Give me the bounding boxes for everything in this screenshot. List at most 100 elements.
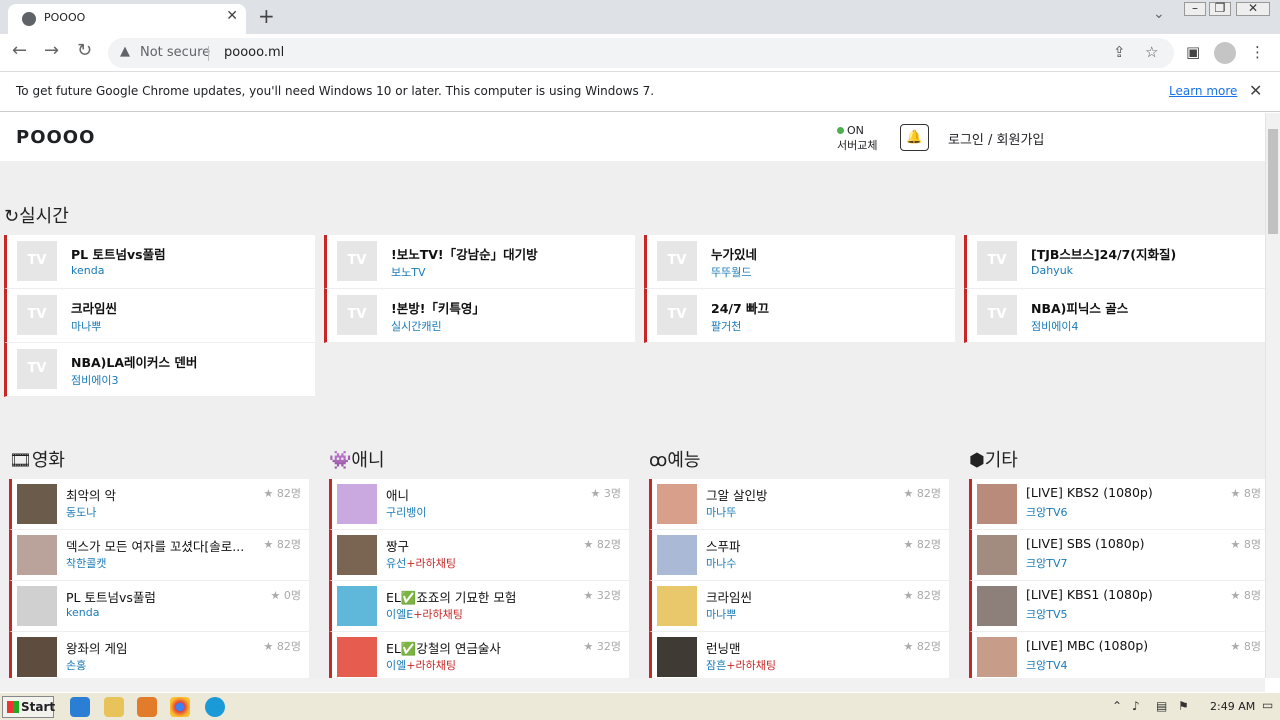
- horizontal-scrollbar[interactable]: [0, 678, 1265, 692]
- stream-channel[interactable]: 동도나: [66, 504, 96, 520]
- channel-name[interactable]: 손홍: [66, 659, 86, 672]
- forward-icon[interactable]: →: [44, 40, 59, 61]
- stream-item[interactable]: 덱스가 모든 여자를 꼬셨다[솔로... 착한콜캣 ★ 82명: [9, 530, 309, 581]
- server-status[interactable]: ON 서버교체: [837, 123, 877, 153]
- channel-name[interactable]: 동도나: [66, 506, 96, 519]
- channel-name[interactable]: 이엘E: [386, 608, 413, 621]
- stream-channel[interactable]: 이엘E+라하채팅: [386, 606, 463, 622]
- live-card[interactable]: TV NBA)LA레이커스 덴버 점비에이3: [4, 343, 315, 397]
- stream-item[interactable]: EL✅죠죠의 기묘한 모험 이엘E+라하채팅 ★ 32명: [329, 581, 629, 632]
- stream-channel[interactable]: 크앙TV6: [1026, 504, 1067, 520]
- stream-channel[interactable]: 착한콜캣: [66, 555, 106, 571]
- stream-channel[interactable]: 유선+라하채팅: [386, 555, 456, 571]
- live-card-channel[interactable]: 마나뿌: [71, 318, 101, 334]
- menu-kebab-icon[interactable]: ⋮: [1250, 43, 1265, 61]
- browser-tab[interactable]: POOOO ✕: [8, 4, 246, 34]
- live-card[interactable]: TV [TJB스브스]24/7(지화질) Dahyuk: [964, 235, 1265, 289]
- close-infobar-icon[interactable]: ✕: [1249, 81, 1262, 100]
- live-card[interactable]: TV 크라임씬 마나뿌: [4, 289, 315, 343]
- new-tab-icon[interactable]: +: [258, 4, 275, 28]
- stream-item[interactable]: EL✅강철의 연금술사 이엘+라하채팅 ★ 32명: [329, 632, 629, 678]
- channel-name[interactable]: 이엘: [386, 659, 406, 672]
- media-player-icon[interactable]: [137, 697, 157, 717]
- stream-item[interactable]: [LIVE] SBS (1080p) 크앙TV7 ★ 8명: [969, 530, 1265, 581]
- live-card-channel[interactable]: 점비에이3: [71, 372, 118, 388]
- channel-name[interactable]: 착한콜캣: [66, 557, 106, 570]
- site-logo[interactable]: POOOO: [16, 127, 95, 148]
- stream-channel[interactable]: 마나뚜: [706, 504, 736, 520]
- side-panel-icon[interactable]: ▣: [1186, 43, 1200, 61]
- edge-icon[interactable]: [205, 697, 225, 717]
- live-card-channel[interactable]: kenda: [71, 264, 104, 277]
- restore-icon[interactable]: ❐: [1209, 2, 1231, 16]
- live-card-channel[interactable]: 뚜뚜월드: [711, 264, 751, 280]
- close-tab-icon[interactable]: ✕: [226, 8, 238, 24]
- bell-icon[interactable]: 🔔: [900, 124, 929, 151]
- stream-item[interactable]: 짱구 유선+라하채팅 ★ 82명: [329, 530, 629, 581]
- stream-item[interactable]: 크라임씬 마나뿌 ★ 82명: [649, 581, 949, 632]
- channel-name[interactable]: 크앙TV5: [1026, 608, 1067, 621]
- stream-channel[interactable]: kenda: [66, 606, 99, 619]
- back-icon[interactable]: ←: [12, 40, 27, 61]
- channel-name[interactable]: 크앙TV6: [1026, 506, 1067, 519]
- stream-item[interactable]: [LIVE] KBS2 (1080p) 크앙TV6 ★ 8명: [969, 479, 1265, 530]
- channel-name[interactable]: 마나뿌: [706, 608, 736, 621]
- stream-channel[interactable]: 손홍: [66, 657, 86, 673]
- live-card-channel[interactable]: 팔거천: [711, 318, 741, 334]
- reload-icon[interactable]: ↻: [77, 40, 92, 61]
- url-text[interactable]: poooo.ml: [224, 45, 284, 60]
- chrome-icon[interactable]: [170, 697, 190, 717]
- stream-item[interactable]: 그알 살인방 마나뚜 ★ 82명: [649, 479, 949, 530]
- clock[interactable]: 2:49 AM: [1210, 700, 1255, 713]
- tab-search-chevron-icon[interactable]: ⌄: [1153, 6, 1165, 22]
- start-button[interactable]: Start: [2, 696, 55, 718]
- live-card[interactable]: TV 24/7 빠끄 팔거천: [644, 289, 955, 343]
- live-card-channel[interactable]: 보노TV: [391, 264, 425, 280]
- channel-name[interactable]: 마나뚜: [706, 506, 736, 519]
- stream-item[interactable]: 애니 구리뱅이 ★ 3명: [329, 479, 629, 530]
- address-bar[interactable]: ▲ Not secure poooo.ml ⇪ ☆: [108, 38, 1174, 68]
- stream-channel[interactable]: 이엘+라하채팅: [386, 657, 456, 673]
- network-icon[interactable]: ▤: [1156, 699, 1167, 713]
- live-card[interactable]: TV !본방!「키특영」 실시간캐린: [324, 289, 635, 343]
- live-card[interactable]: TV NBA)피닉스 골스 점비에이4: [964, 289, 1265, 343]
- channel-name[interactable]: 크앙TV4: [1026, 659, 1067, 672]
- live-card-channel[interactable]: 실시간캐린: [391, 318, 442, 334]
- volume-icon[interactable]: ♪: [1132, 699, 1140, 713]
- stream-channel[interactable]: 크앙TV7: [1026, 555, 1067, 571]
- stream-channel[interactable]: 크앙TV5: [1026, 606, 1067, 622]
- channel-name[interactable]: 잠흔: [706, 659, 726, 672]
- ie-icon[interactable]: [70, 697, 90, 717]
- stream-item[interactable]: [LIVE] KBS1 (1080p) 크앙TV5 ★ 8명: [969, 581, 1265, 632]
- live-card-channel[interactable]: Dahyuk: [1031, 264, 1073, 277]
- channel-name[interactable]: 유선: [386, 557, 406, 570]
- warning-icon[interactable]: ▲: [120, 44, 130, 59]
- channel-name[interactable]: 구리뱅이: [386, 506, 426, 519]
- stream-channel[interactable]: 마나뿌: [706, 606, 736, 622]
- channel-name[interactable]: 크앙TV7: [1026, 557, 1067, 570]
- stream-item[interactable]: [LIVE] MBC (1080p) 크앙TV4 ★ 8명: [969, 632, 1265, 678]
- share-icon[interactable]: ⇪: [1113, 43, 1126, 61]
- channel-name[interactable]: 마나수: [706, 557, 736, 570]
- live-card[interactable]: TV !보노TV!「강남순」대기방 보노TV: [324, 235, 635, 289]
- scroll-thumb[interactable]: [1268, 129, 1278, 234]
- stream-channel[interactable]: 구리뱅이: [386, 504, 426, 520]
- minimize-icon[interactable]: –: [1184, 2, 1206, 16]
- learn-more-link[interactable]: Learn more: [1169, 84, 1237, 98]
- channel-name[interactable]: kenda: [66, 606, 99, 619]
- stream-item[interactable]: 왕좌의 게임 손홍 ★ 82명: [9, 632, 309, 678]
- login-signup-link[interactable]: 로그인 / 회원가입: [948, 129, 1044, 148]
- close-window-icon[interactable]: ✕: [1236, 2, 1270, 16]
- stream-item[interactable]: 최악의 악 동도나 ★ 82명: [9, 479, 309, 530]
- tray-arrow-icon[interactable]: ⌃: [1112, 699, 1122, 713]
- stream-item[interactable]: 런닝맨 잠흔+라하채팅 ★ 82명: [649, 632, 949, 678]
- bookmark-star-icon[interactable]: ☆: [1145, 43, 1158, 61]
- stream-channel[interactable]: 마나수: [706, 555, 736, 571]
- profile-avatar[interactable]: [1214, 42, 1236, 64]
- show-desktop-icon[interactable]: ▭: [1262, 698, 1273, 712]
- flag-icon[interactable]: ⚑: [1178, 699, 1189, 713]
- security-label[interactable]: Not secure: [140, 45, 210, 60]
- stream-channel[interactable]: 크앙TV4: [1026, 657, 1067, 673]
- live-card-channel[interactable]: 점비에이4: [1031, 318, 1078, 334]
- stream-channel[interactable]: 잠흔+라하채팅: [706, 657, 776, 673]
